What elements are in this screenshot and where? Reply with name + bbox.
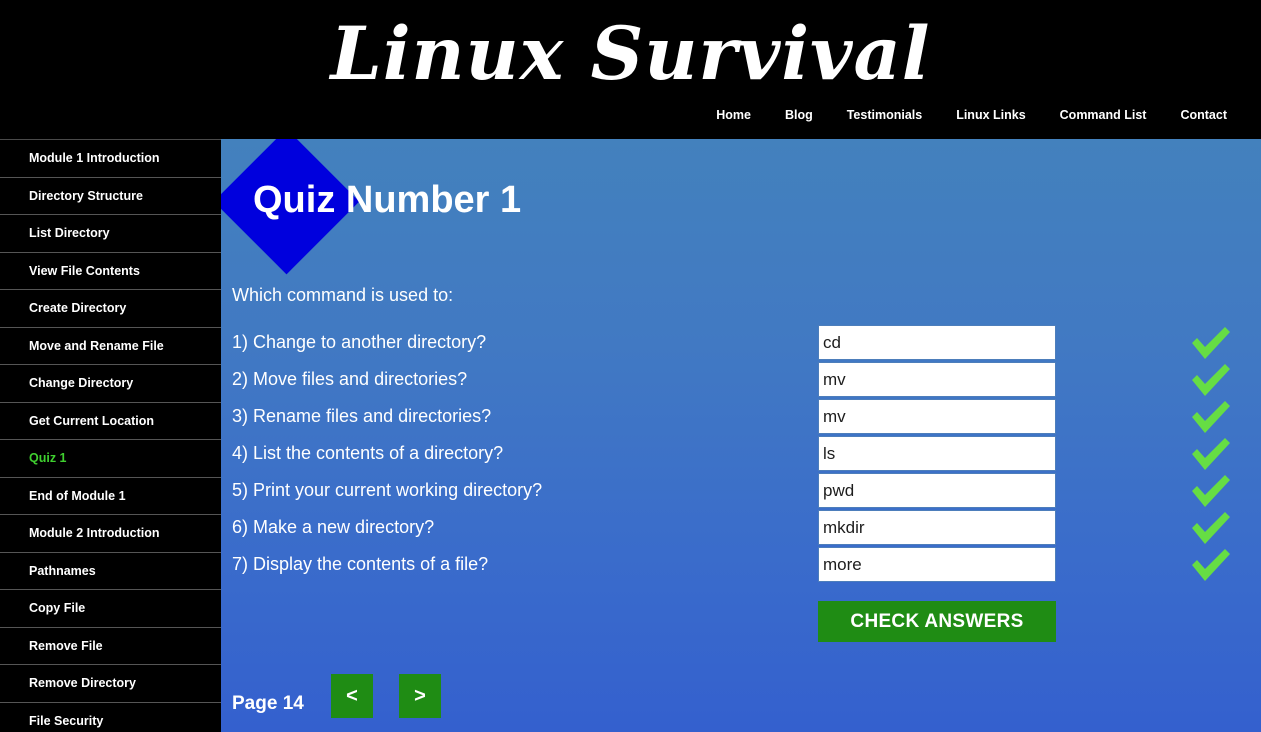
sidebar-item[interactable]: End of Module 1 [0,478,221,515]
check-mark-icon [1192,549,1230,581]
nav-link-blog[interactable]: Blog [768,107,830,124]
sidebar-item[interactable]: List Directory [0,215,221,253]
question-text: 2) Move files and directories? [232,369,468,389]
sidebar-item[interactable]: File Security [0,703,221,732]
answer-input[interactable] [818,436,1056,471]
nav-link-contact[interactable]: Contact [1163,107,1241,124]
page-number-label: Page 14 [232,693,304,714]
quiz-row: 6) Make a new directory? [221,509,1261,546]
site-header: Linux Survival Home Blog Testimonials Li… [0,0,1261,139]
sidebar-item[interactable]: Create Directory [0,290,221,328]
sidebar-item[interactable]: Quiz 1 [0,440,221,478]
answer-input[interactable] [818,510,1056,545]
quiz-lead-text: Which command is used to: [232,285,454,305]
page-navigation: Page 14 < > [221,674,1261,732]
page-title: Quiz Number 1 [253,179,522,221]
sidebar-item[interactable]: Pathnames [0,553,221,590]
check-mark-icon [1192,327,1230,359]
quiz-row: 3) Rename files and directories? [221,398,1261,435]
top-navigation: Home Blog Testimonials Linux Links Comma… [699,107,1241,124]
question-text: 6) Make a new directory? [232,517,435,537]
sidebar-item[interactable]: View File Contents [0,253,221,290]
sidebar-item[interactable]: Remove Directory [0,665,221,703]
quiz-row: 2) Move files and directories? [221,361,1261,398]
nav-link-testimonials[interactable]: Testimonials [830,107,939,124]
quiz-row: 7) Display the contents of a file? [221,546,1261,583]
sidebar-item[interactable]: Remove File [0,628,221,665]
question-text: 7) Display the contents of a file? [232,554,489,574]
answer-input[interactable] [818,547,1056,582]
nav-link-command-list[interactable]: Command List [1043,107,1164,124]
page-root: Linux Survival Home Blog Testimonials Li… [0,0,1261,732]
check-mark-icon [1192,512,1230,544]
answer-input[interactable] [818,399,1056,434]
sidebar-item[interactable]: Change Directory [0,365,221,403]
nav-link-home[interactable]: Home [699,107,768,124]
question-text: 3) Rename files and directories? [232,406,492,426]
answer-input[interactable] [818,473,1056,508]
nav-link-linux-links[interactable]: Linux Links [939,107,1042,124]
sidebar-item[interactable]: Module 1 Introduction [0,140,221,178]
sidebar-item[interactable]: Directory Structure [0,178,221,215]
quiz-question-list: 1) Change to another directory? 2) Move f… [221,324,1261,583]
sidebar-navigation: Module 1 Introduction Directory Structure… [0,139,221,732]
question-text: 4) List the contents of a directory? [232,443,504,463]
sidebar-item[interactable]: Module 2 Introduction [0,515,221,553]
check-mark-icon [1192,438,1230,470]
quiz-title-block: Quiz Number 1 [221,139,1261,275]
check-mark-icon [1192,475,1230,507]
previous-page-button[interactable]: < [331,674,373,718]
site-logo: Linux Survival [330,11,931,97]
quiz-row: 5) Print your current working directory? [221,472,1261,509]
check-mark-icon [1192,401,1230,433]
answer-input[interactable] [818,362,1056,397]
question-text: 5) Print your current working directory? [232,480,543,500]
answer-input[interactable] [818,325,1056,360]
sidebar-item[interactable]: Get Current Location [0,403,221,440]
quiz-row: 1) Change to another directory? [221,324,1261,361]
main-content: Quiz Number 1 Which command is used to: … [221,139,1261,732]
sidebar-item[interactable]: Copy File [0,590,221,628]
sidebar-item[interactable]: Move and Rename File [0,328,221,365]
quiz-row: 4) List the contents of a directory? [221,435,1261,472]
check-mark-icon [1192,364,1230,396]
next-page-button[interactable]: > [399,674,441,718]
question-text: 1) Change to another directory? [232,332,487,352]
check-answers-button[interactable]: CHECK ANSWERS [818,601,1056,642]
